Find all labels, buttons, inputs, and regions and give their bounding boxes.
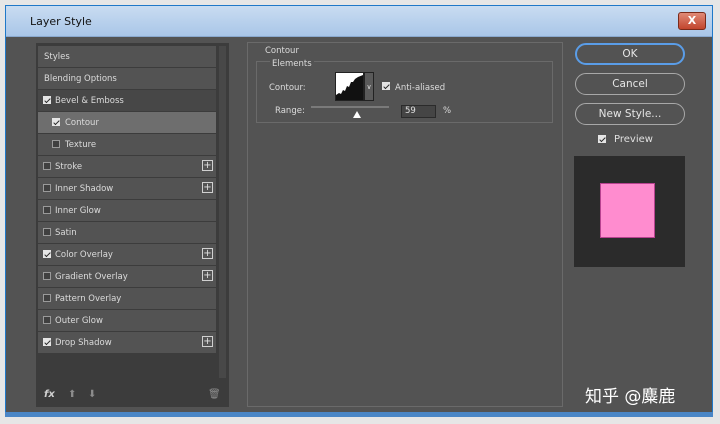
styles-list-panel: Styles Blending Options Bevel & Emboss Cont…	[36, 43, 229, 407]
bevel-emboss-checkbox[interactable]	[43, 96, 51, 104]
style-item-label: Blending Options	[44, 74, 117, 84]
cancel-button[interactable]: Cancel	[575, 73, 685, 95]
move-down-icon[interactable]: ⬇	[88, 389, 96, 400]
color-overlay-checkbox[interactable]	[43, 250, 51, 258]
range-slider-track[interactable]	[311, 106, 389, 108]
add-gradient-overlay-icon[interactable]: +	[202, 270, 213, 281]
style-item-label: Gradient Overlay	[55, 272, 128, 282]
contour-settings-panel: Contour Elements Contour: ∨ Anti-aliased…	[247, 42, 563, 407]
texture-checkbox[interactable]	[52, 140, 60, 148]
style-item-label: Pattern Overlay	[55, 294, 122, 304]
gradient-overlay-checkbox[interactable]	[43, 272, 51, 280]
style-item-label: Outer Glow	[55, 316, 103, 326]
group-title: Elements	[270, 59, 314, 69]
style-item-drop-shadow[interactable]: Drop Shadow +	[38, 332, 216, 353]
outer-glow-checkbox[interactable]	[43, 316, 51, 324]
inner-glow-checkbox[interactable]	[43, 206, 51, 214]
title-bar[interactable]: Layer Style X	[6, 6, 712, 37]
style-item-inner-shadow[interactable]: Inner Shadow +	[38, 178, 216, 199]
drop-shadow-checkbox[interactable]	[43, 338, 51, 346]
fx-icon[interactable]: fx	[44, 389, 55, 400]
close-button[interactable]: X	[678, 12, 706, 30]
style-item-label: Inner Glow	[55, 206, 101, 216]
inner-shadow-checkbox[interactable]	[43, 184, 51, 192]
antialiased-checkbox[interactable]	[382, 82, 390, 90]
new-style-button[interactable]: New Style...	[575, 103, 685, 125]
style-item-label: Satin	[55, 228, 77, 238]
style-item-stroke[interactable]: Stroke +	[38, 156, 216, 177]
style-item-outer-glow[interactable]: Outer Glow	[38, 310, 216, 331]
preview-label: Preview	[614, 134, 653, 145]
contour-checkbox[interactable]	[52, 118, 60, 126]
add-stroke-icon[interactable]: +	[202, 160, 213, 171]
contour-curve-icon	[336, 75, 363, 100]
antialiased-label: Anti-aliased	[393, 83, 448, 93]
style-item-label: Contour	[65, 118, 99, 128]
style-item-blending-options[interactable]: Blending Options	[38, 68, 216, 89]
satin-checkbox[interactable]	[43, 228, 51, 236]
range-slider-thumb[interactable]	[353, 111, 362, 118]
style-item-color-overlay[interactable]: Color Overlay +	[38, 244, 216, 265]
styles-toolbar: fx ⬆ ⬇ 🗑	[36, 383, 229, 407]
range-label: Range:	[273, 106, 307, 116]
style-item-label: Drop Shadow	[55, 338, 112, 348]
add-inner-shadow-icon[interactable]: +	[202, 182, 213, 193]
window-bottom-border	[5, 412, 713, 417]
style-item-pattern-overlay[interactable]: Pattern Overlay	[38, 288, 216, 309]
styles-scrollbar[interactable]	[219, 46, 226, 378]
style-item-gradient-overlay[interactable]: Gradient Overlay +	[38, 266, 216, 287]
style-item-label: Styles	[44, 52, 70, 62]
add-color-overlay-icon[interactable]: +	[202, 248, 213, 259]
style-item-label: Texture	[65, 140, 97, 150]
move-up-icon[interactable]: ⬆	[68, 389, 76, 400]
pattern-overlay-checkbox[interactable]	[43, 294, 51, 302]
style-item-label: Inner Shadow	[55, 184, 114, 194]
elements-group: Elements Contour: ∨ Anti-aliased Range: …	[256, 59, 553, 123]
style-item-label: Color Overlay	[55, 250, 113, 260]
range-unit: %	[441, 106, 454, 116]
ok-button[interactable]: OK	[575, 43, 685, 65]
style-item-inner-glow[interactable]: Inner Glow	[38, 200, 216, 221]
style-item-label: Bevel & Emboss	[55, 96, 124, 106]
contour-dropdown[interactable]: ∨	[364, 72, 374, 101]
preview-swatch	[600, 183, 655, 238]
style-item-satin[interactable]: Satin	[38, 222, 216, 243]
preview-area	[574, 156, 685, 267]
style-item-texture[interactable]: Texture	[38, 134, 216, 155]
dialog-title: Layer Style	[30, 15, 92, 28]
contour-label: Contour:	[267, 83, 308, 93]
trash-icon[interactable]: 🗑	[208, 389, 221, 400]
style-item-styles[interactable]: Styles	[38, 46, 216, 67]
add-drop-shadow-icon[interactable]: +	[202, 336, 213, 347]
contour-thumbnail[interactable]	[335, 72, 364, 101]
range-input[interactable]: 59	[401, 105, 436, 118]
layer-style-dialog: Layer Style X Styles Blending Options Beve…	[5, 5, 713, 417]
style-item-contour[interactable]: Contour	[38, 112, 216, 133]
style-item-label: Stroke	[55, 162, 83, 172]
preview-checkbox[interactable]	[598, 135, 606, 143]
watermark-text: 知乎 @麋鹿	[585, 387, 676, 407]
section-title: Contour	[263, 46, 301, 56]
stroke-checkbox[interactable]	[43, 162, 51, 170]
style-item-bevel-emboss[interactable]: Bevel & Emboss	[38, 90, 216, 111]
